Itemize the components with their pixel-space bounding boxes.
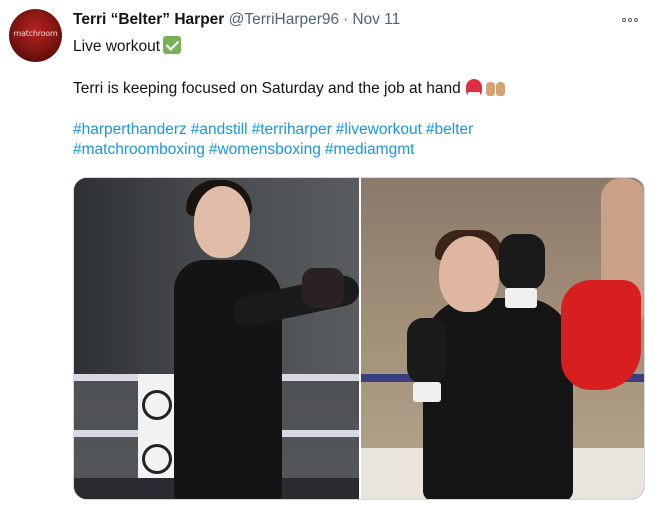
hashtag-link[interactable]: #harperthanderz bbox=[73, 121, 187, 138]
hashtag-link[interactable]: #belter bbox=[426, 121, 473, 138]
boxing-glove-icon bbox=[465, 79, 482, 96]
hashtag-link[interactable]: #matchroomboxing bbox=[73, 141, 205, 158]
hashtags-line-2: #matchroomboxing #womensboxing #mediamgmt bbox=[73, 140, 643, 160]
separator-dot: · bbox=[343, 11, 349, 28]
tweet-date[interactable]: Nov 11 bbox=[352, 11, 400, 28]
more-options-icon[interactable] bbox=[622, 14, 644, 26]
tweet-text: Terri is keeping focused on Saturday and… bbox=[73, 80, 461, 97]
hashtag-link[interactable]: #mediamgmt bbox=[325, 141, 415, 158]
boxer-guard-pad-work-photo[interactable] bbox=[361, 178, 644, 499]
tweet-header: Terri “Belter” Harper @TerriHarper96 · Nov… bbox=[73, 11, 400, 31]
tweet-text: Live workout bbox=[73, 38, 161, 55]
hashtag-link[interactable]: #andstill bbox=[191, 121, 248, 138]
avatar[interactable]: matchroom bbox=[9, 9, 62, 62]
raising-hands-icon bbox=[485, 78, 507, 96]
hashtags-line-1: #harperthanderz #andstill #terriharper #liv… bbox=[73, 120, 643, 140]
check-mark-icon bbox=[163, 36, 182, 54]
display-name[interactable]: Terri “Belter” Harper bbox=[73, 11, 224, 28]
boxer-wrapping-hands-photo[interactable] bbox=[74, 178, 359, 499]
hashtag-link[interactable]: #womensboxing bbox=[209, 141, 321, 158]
user-handle[interactable]: @TerriHarper96 bbox=[229, 11, 340, 28]
tweet-body: Live workout Terri is keeping focused on… bbox=[73, 36, 643, 160]
tweet-text-line-1: Live workout bbox=[73, 36, 643, 56]
avatar-logo-text: matchroom bbox=[13, 29, 58, 38]
hashtag-link[interactable]: #liveworkout bbox=[336, 121, 422, 138]
media-grid bbox=[73, 177, 645, 500]
hashtag-link[interactable]: #terriharper bbox=[252, 121, 332, 138]
tweet[interactable]: matchroom Terri “Belter” Harper @TerriHa… bbox=[0, 0, 654, 512]
tweet-text-line-2: Terri is keeping focused on Saturday and… bbox=[73, 78, 643, 98]
